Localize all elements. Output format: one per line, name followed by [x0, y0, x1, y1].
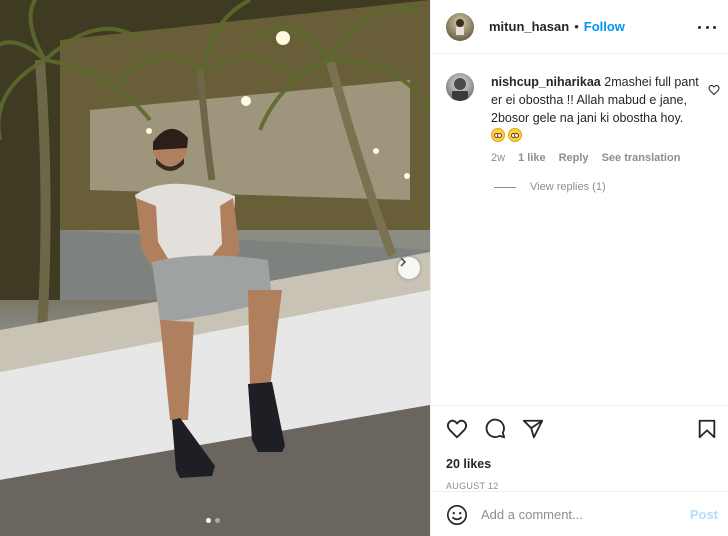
separator: • [574, 19, 579, 34]
reply-button[interactable]: Reply [559, 152, 589, 164]
see-translation-button[interactable]: See translation [602, 152, 681, 164]
comment-composer: Post [431, 491, 728, 536]
avatar-image [452, 78, 468, 101]
post-sidebar: mitun_hasan • Follow nishcup_niharikaa 2… [430, 0, 728, 536]
flushed-face-icon [508, 128, 522, 142]
post-header: mitun_hasan • Follow [431, 0, 728, 54]
chevron-right-icon [400, 257, 407, 267]
emoji-picker-icon[interactable] [446, 504, 468, 526]
post-photo[interactable] [0, 0, 430, 536]
follow-button[interactable]: Follow [584, 19, 625, 34]
avatar-image [456, 18, 464, 35]
comment-icon[interactable] [484, 418, 506, 440]
view-replies-label: View replies (1) [530, 181, 606, 193]
carousel-dot[interactable] [215, 518, 220, 523]
view-replies-button[interactable]: View replies (1) [494, 181, 606, 193]
comment-emojis [491, 128, 699, 142]
comment-meta: 2w 1 like Reply See translation [491, 152, 699, 164]
comment-input[interactable] [481, 507, 681, 522]
flushed-face-icon [491, 128, 505, 142]
likes-count[interactable]: 20 likes [446, 457, 491, 471]
more-options-icon[interactable] [698, 18, 716, 36]
action-icons [446, 418, 544, 440]
comment-text: nishcup_niharikaa 2mashei full pant er e… [491, 73, 699, 127]
share-icon[interactable] [522, 418, 544, 440]
comment-time[interactable]: 2w [491, 152, 505, 164]
commenter-username[interactable]: nishcup_niharikaa [491, 75, 601, 89]
post-author-username[interactable]: mitun_hasan [489, 19, 569, 34]
carousel-dot[interactable] [206, 518, 211, 523]
heart-icon[interactable] [446, 418, 468, 440]
post-button[interactable]: Post [690, 507, 718, 522]
commenter-avatar[interactable] [446, 73, 474, 101]
comment-likes[interactable]: 1 like [518, 152, 546, 164]
photo-scene [0, 0, 430, 536]
comment-body: nishcup_niharikaa 2mashei full pant er e… [491, 73, 699, 164]
bookmark-icon[interactable] [696, 418, 718, 440]
avatar[interactable] [446, 12, 474, 41]
comment: nishcup_niharikaa 2mashei full pant er e… [446, 73, 716, 164]
divider [494, 186, 516, 188]
post-actions: 20 likes AUGUST 12 Post [431, 405, 728, 536]
like-comment-heart-icon[interactable] [708, 84, 720, 96]
carousel-next-button[interactable] [398, 257, 420, 279]
post-date[interactable]: AUGUST 12 [446, 481, 499, 491]
carousel-dots [206, 518, 220, 523]
